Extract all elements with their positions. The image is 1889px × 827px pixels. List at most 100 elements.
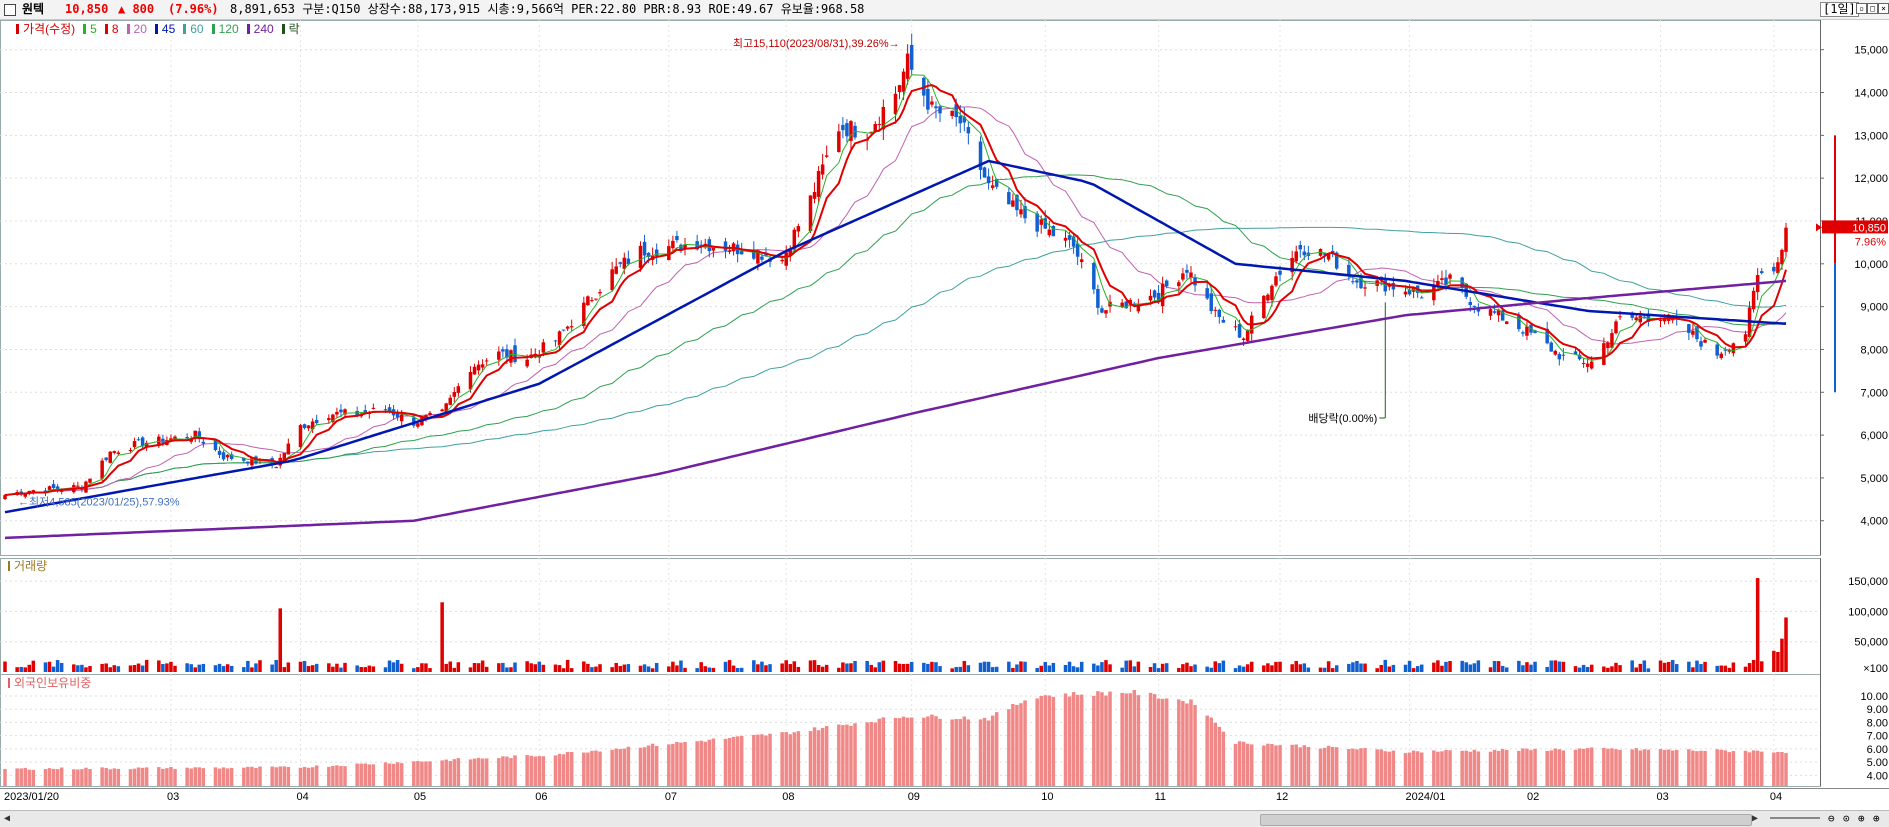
high-annotation: 최고15,110(2023/08/31),39.26%→ <box>733 37 900 50</box>
legend-item[interactable]: 락 <box>281 22 304 36</box>
zoom-reset-icon[interactable]: ⊙ <box>1843 812 1850 825</box>
zoom-fit-icon[interactable]: ⊕ <box>1873 812 1880 825</box>
volume-bar <box>788 664 793 672</box>
candle-body <box>1237 324 1242 338</box>
foreign-bar <box>193 767 197 786</box>
foreign-bar <box>509 758 513 786</box>
candle-body <box>440 409 444 412</box>
x-tick-label: 03 <box>166 791 180 803</box>
foreign-bar <box>1715 749 1719 786</box>
candle-body <box>112 451 117 453</box>
candle-body <box>1504 321 1509 324</box>
legend-item[interactable]: 20 <box>126 22 151 36</box>
candle-body <box>1185 269 1189 273</box>
volume-bar <box>1306 667 1311 672</box>
volume-bar <box>1403 664 1408 672</box>
candle-body <box>302 424 307 429</box>
candles <box>3 33 1788 500</box>
legend-item[interactable]: 5 <box>83 22 101 36</box>
x-tick-label: 2023/01/20 <box>4 791 60 803</box>
legend-item[interactable]: 8 <box>104 22 123 36</box>
volume-bar <box>930 661 934 672</box>
foreign-bar <box>1743 750 1748 786</box>
volume-bar <box>561 668 566 672</box>
foreign-bar <box>901 716 906 786</box>
candle-body <box>1780 249 1784 265</box>
foreign-bar <box>1007 709 1011 786</box>
candle-body <box>1553 350 1558 355</box>
scrollbar-thumb[interactable] <box>1260 814 1752 826</box>
foreign-bar <box>845 724 849 786</box>
day-range-up <box>1834 135 1836 264</box>
foreign-bar <box>3 768 7 786</box>
foreign-bar <box>1274 745 1278 786</box>
foreign-bar <box>1662 749 1667 786</box>
foreign-tick-label: 8.00 <box>1867 717 1888 729</box>
scroll-left-icon[interactable]: ◀ <box>4 813 10 824</box>
volume-bar <box>1334 665 1339 672</box>
foreign-bar <box>1063 693 1068 786</box>
candle-body <box>1274 276 1278 286</box>
foreign-bar <box>132 768 137 786</box>
foreign-bar <box>501 756 505 786</box>
zoom-in-icon[interactable]: ⊕ <box>1858 812 1865 825</box>
legend-item[interactable]: 가격(수정) <box>16 22 79 36</box>
foreign-bar <box>735 736 740 786</box>
candle-body <box>1262 295 1266 318</box>
candle-body <box>958 115 963 124</box>
foreign-bar <box>837 724 841 786</box>
volume-bar <box>1007 661 1011 672</box>
candle-body <box>383 409 388 411</box>
volume-bar <box>1557 661 1562 672</box>
legend-item[interactable]: 120 <box>211 22 243 36</box>
chart-scrollbar[interactable]: ◀ ▶ ⊖ ⊙ ⊕ ⊕ <box>0 810 1889 827</box>
volume-bar <box>638 665 643 672</box>
candle-body <box>416 423 420 427</box>
stock-chart[interactable]: 4,0005,0006,0007,0008,0009,00010,00011,0… <box>0 0 1889 826</box>
foreign-bar <box>978 719 983 786</box>
zoom-out-icon[interactable]: ⊖ <box>1828 812 1835 825</box>
legend-item[interactable]: 45 <box>154 22 179 36</box>
legend-swatch <box>83 24 87 34</box>
candle-body <box>480 364 485 368</box>
volume-bar <box>1270 665 1274 672</box>
legend-swatch <box>246 24 250 34</box>
volume-bar <box>752 660 756 672</box>
volume-bar <box>533 664 538 672</box>
foreign-bar <box>926 716 930 786</box>
candle-body <box>201 441 206 444</box>
foreign-bar <box>480 758 485 786</box>
legend-label: 5 <box>90 22 97 36</box>
foreign-bar <box>1602 747 1606 786</box>
scroll-right-icon[interactable]: ▶ <box>1752 813 1758 824</box>
foreign-bar <box>1015 705 1019 786</box>
volume-bar <box>1249 661 1254 672</box>
foreign-bar <box>909 717 914 786</box>
low-annotation: ←최저4,585(2023/01/25),57.93% <box>18 496 180 509</box>
candle-body <box>675 235 679 241</box>
volume-bar <box>112 665 117 672</box>
legend-item[interactable]: 60 <box>183 22 207 36</box>
price-tick-label: 6,000 <box>1860 430 1888 442</box>
volume-bar <box>128 665 133 672</box>
volume-bar <box>938 666 942 672</box>
volume-bar <box>1274 661 1278 672</box>
zoom-slider[interactable] <box>1770 817 1820 819</box>
volume-bar <box>1298 664 1303 672</box>
foreign-bar <box>1492 749 1497 786</box>
foreign-bar <box>513 755 517 786</box>
volume-bar <box>1723 665 1728 672</box>
foreign-bar <box>1411 750 1416 786</box>
legend-item[interactable]: 240 <box>246 22 278 36</box>
volume-bar <box>986 661 991 672</box>
foreign-bar <box>371 764 376 786</box>
foreign-bar <box>780 732 784 786</box>
volume-tick-label: 150,000 <box>1848 576 1888 588</box>
volume-bar <box>1132 666 1137 672</box>
candle-body <box>1298 245 1303 250</box>
candle-body <box>966 127 971 134</box>
foreign-bar <box>51 768 56 786</box>
volume-bar <box>1407 660 1412 672</box>
volume-bar <box>1719 665 1723 672</box>
volume-bar <box>144 659 149 672</box>
